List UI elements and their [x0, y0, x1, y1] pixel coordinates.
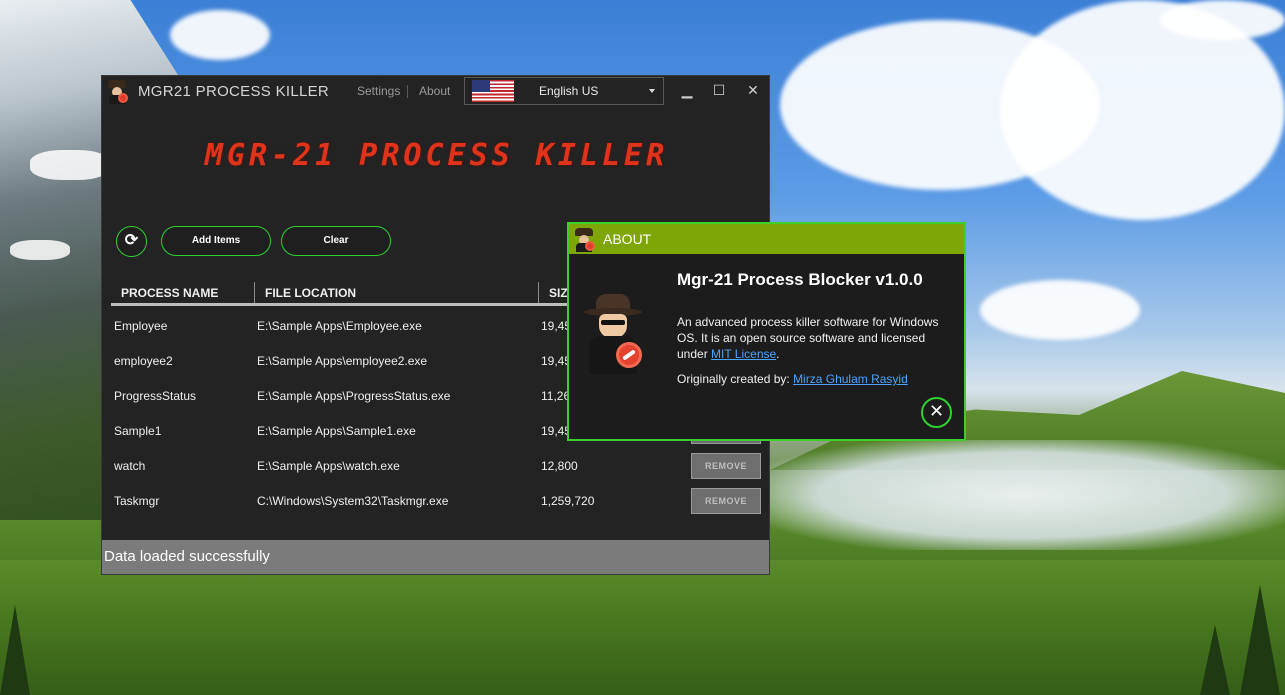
cell-process-name: employee2	[114, 353, 173, 368]
cloud	[1160, 0, 1285, 40]
title-separator	[407, 85, 408, 98]
app-icon	[106, 78, 128, 104]
about-heading: Mgr-21 Process Blocker v1.0.0	[677, 270, 923, 289]
language-selected: English US	[539, 84, 599, 98]
app-title: MGR21 PROCESS KILLER	[138, 82, 330, 100]
language-dropdown[interactable]: English US	[464, 77, 664, 105]
refresh-button[interactable]: ⟳	[116, 226, 147, 257]
cell-process-name: Sample1	[114, 423, 162, 438]
tree	[0, 605, 30, 695]
chevron-down-icon	[649, 89, 655, 93]
us-flag-icon	[472, 80, 514, 102]
cell-file-location: E:\Sample Apps\employee2.exe	[257, 353, 428, 368]
about-link[interactable]: About	[419, 84, 450, 98]
cloud	[170, 10, 270, 60]
cell-file-location: E:\Sample Apps\Sample1.exe	[257, 423, 416, 438]
cell-file-location: E:\Sample Apps\ProgressStatus.exe	[257, 388, 451, 403]
remove-button[interactable]: REMOVE	[691, 487, 761, 514]
cell-process-name: watch	[114, 458, 146, 473]
spy-mascot-icon	[584, 294, 646, 374]
tree	[1240, 585, 1280, 695]
cell-process-name: Employee	[114, 318, 168, 333]
about-dialog: ABOUT Mgr-21 Process Blocker v1.0.0 An a…	[567, 222, 966, 441]
cloud	[980, 280, 1140, 340]
app-icon	[573, 226, 595, 252]
add-items-button[interactable]: Add Items	[161, 226, 271, 256]
about-description: An advanced process killer software for …	[677, 314, 947, 362]
license-link[interactable]: MIT License	[711, 347, 776, 361]
tree	[1200, 625, 1230, 695]
settings-link[interactable]: Settings	[357, 84, 400, 98]
snow-patch	[30, 150, 110, 180]
about-credit: Originally created by: Mirza Ghulam Rasy…	[677, 372, 908, 386]
snow-patch	[10, 240, 70, 260]
about-title: ABOUT	[603, 231, 652, 247]
remove-button[interactable]: REMOVE	[691, 452, 761, 479]
cell-file-location: E:\Sample Apps\watch.exe	[257, 458, 400, 473]
credit-text: Originally created by:	[677, 372, 794, 386]
about-title-bar[interactable]: ABOUT	[569, 224, 964, 254]
minimize-button[interactable]: ▁	[676, 81, 698, 101]
close-icon: ✕	[928, 401, 945, 422]
cell-process-name: ProgressStatus	[114, 388, 197, 403]
refresh-icon: ⟳	[124, 232, 139, 249]
table-row[interactable]: watch E:\Sample Apps\watch.exe 12,800 RE…	[111, 448, 761, 483]
maximize-button[interactable]: ☐	[708, 81, 730, 101]
status-bar: Data loaded successfully	[102, 540, 769, 574]
cell-file-location: E:\Sample Apps\Employee.exe	[257, 318, 422, 333]
title-bar[interactable]: MGR21 PROCESS KILLER Settings About Engl…	[102, 76, 769, 106]
cell-size: 1,259,720	[541, 493, 595, 508]
cell-process-name: Taskmgr	[114, 493, 160, 508]
close-window-button[interactable]: ✕	[742, 81, 764, 101]
table-row[interactable]: Taskmgr C:\Windows\System32\Taskmgr.exe …	[111, 483, 761, 518]
author-link[interactable]: Mirza Ghulam Rasyid	[793, 372, 908, 386]
column-header-name[interactable]: PROCESS NAME	[111, 282, 254, 303]
village-valley	[0, 560, 1285, 695]
about-close-button[interactable]: ✕	[921, 397, 952, 428]
cell-file-location: C:\Windows\System32\Taskmgr.exe	[257, 493, 449, 508]
banner-title: MGR-21 PROCESS KILLER	[204, 138, 669, 173]
cell-size: 12,800	[541, 458, 578, 473]
valley-mist	[760, 440, 1285, 550]
description-end: .	[776, 347, 780, 361]
column-header-location[interactable]: FILE LOCATION	[254, 282, 538, 303]
clear-button[interactable]: Clear	[281, 226, 391, 256]
